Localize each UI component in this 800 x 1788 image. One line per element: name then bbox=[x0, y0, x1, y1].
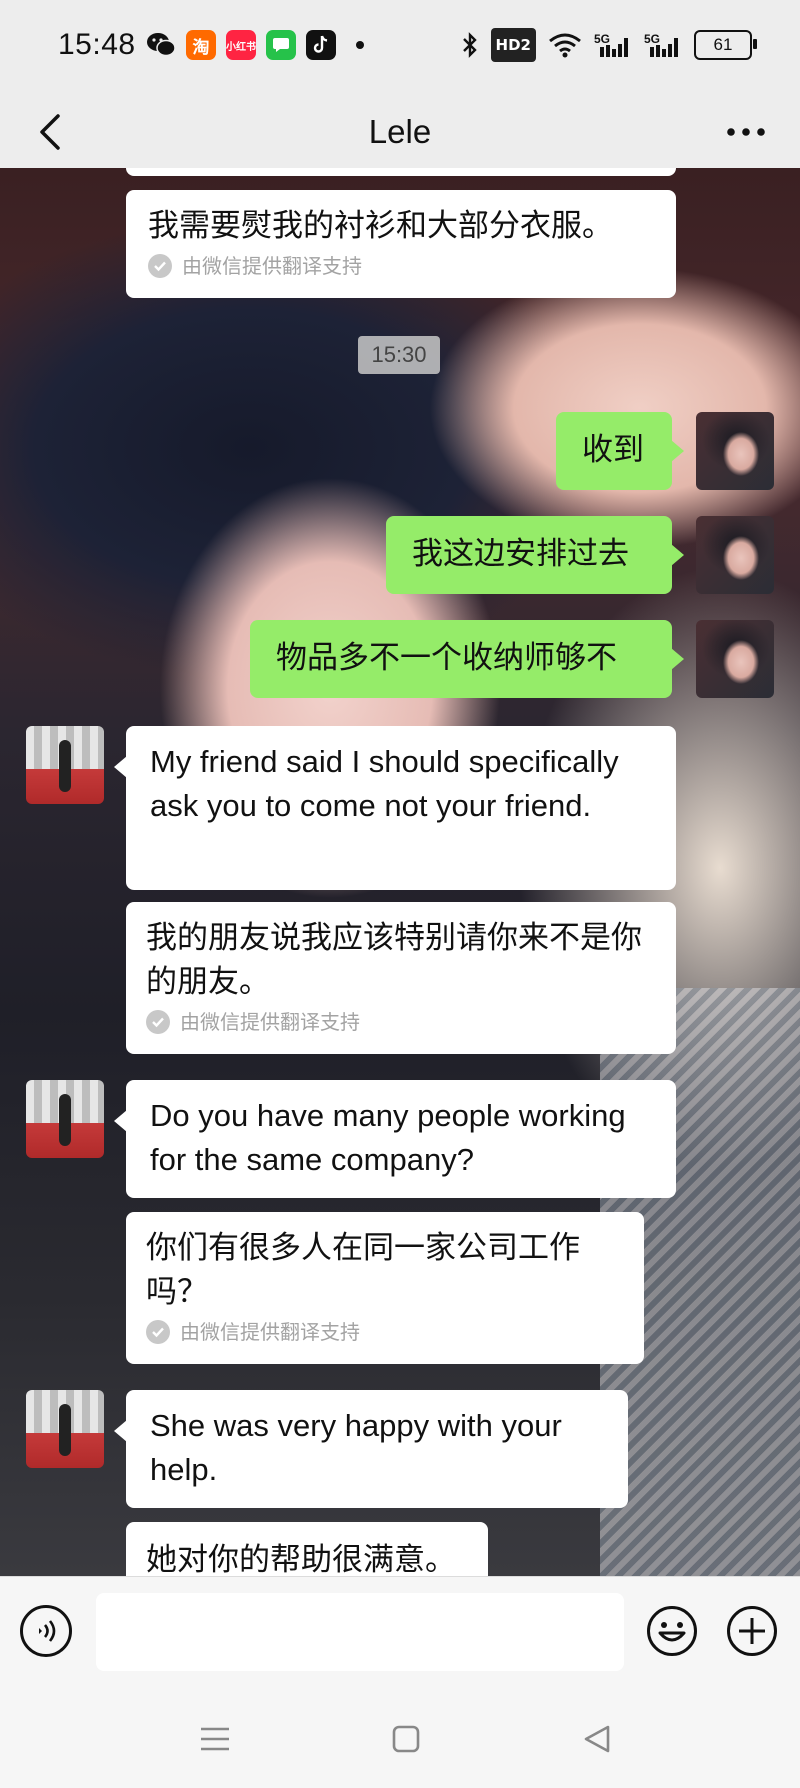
home-square-icon bbox=[392, 1725, 420, 1753]
message-bubble-received[interactable]: My friend said I should specifically ask… bbox=[114, 726, 676, 890]
more-options-button[interactable] bbox=[714, 96, 778, 168]
message-text: 我这边安排过去 bbox=[412, 536, 629, 572]
wifi-icon bbox=[548, 30, 582, 60]
hd-voice-icon: HD2 bbox=[490, 28, 536, 62]
status-time: 15:48 bbox=[58, 28, 136, 61]
message-bubble-sent[interactable]: 我这边安排过去 bbox=[386, 516, 684, 594]
message-bubble-translation[interactable]: 她对你的帮助很满意。 bbox=[126, 1522, 488, 1576]
bluetooth-icon bbox=[461, 30, 479, 60]
menu-icon bbox=[201, 1727, 229, 1751]
plus-icon bbox=[727, 1606, 777, 1656]
my-avatar[interactable] bbox=[696, 620, 774, 698]
translation-note: 由微信提供翻译支持 bbox=[148, 252, 656, 280]
translation-note-text: 由微信提供翻译支持 bbox=[180, 1320, 360, 1344]
message-bubble-sent[interactable]: 物品多不一个收纳师够不 bbox=[250, 620, 684, 698]
check-circle-icon bbox=[146, 1010, 170, 1034]
xiaohongshu-icon: 小红书 bbox=[226, 30, 256, 60]
signal-5g-icon-1: 5G bbox=[594, 30, 632, 60]
my-avatar[interactable] bbox=[696, 412, 774, 490]
check-circle-icon bbox=[148, 254, 172, 278]
svg-text:5G: 5G bbox=[594, 32, 610, 46]
message-bubble-partial[interactable] bbox=[126, 168, 676, 176]
home-button[interactable] bbox=[381, 1714, 431, 1764]
input-bar bbox=[0, 1576, 800, 1689]
message-text: 她对你的帮助很满意。 bbox=[146, 1542, 456, 1576]
contact-avatar[interactable] bbox=[26, 1390, 104, 1468]
message-text: Do you have many people working for the … bbox=[150, 1098, 626, 1177]
messages-icon bbox=[266, 30, 296, 60]
chat-title: Lele bbox=[368, 113, 432, 150]
contact-avatar[interactable] bbox=[26, 726, 104, 804]
message-text: 收到 bbox=[582, 432, 644, 468]
message-text: She was very happy with your help. bbox=[150, 1408, 562, 1487]
my-avatar[interactable] bbox=[696, 516, 774, 594]
message-timestamp: 15:30 bbox=[358, 336, 440, 374]
message-input[interactable] bbox=[96, 1593, 624, 1671]
message-bubble-sent[interactable]: 收到 bbox=[556, 412, 684, 490]
tiktok-icon bbox=[306, 30, 336, 60]
message-text: My friend said I should specifically ask… bbox=[150, 744, 619, 823]
emoji-icon bbox=[647, 1606, 697, 1656]
more-notifications-dot bbox=[356, 41, 364, 49]
signal-5g-icon-2: 5G bbox=[644, 30, 682, 60]
system-nav-bar bbox=[0, 1688, 800, 1788]
message-bubble-translation[interactable]: 我的朋友说我应该特别请你来不是你的朋友。 由微信提供翻译支持 bbox=[126, 902, 676, 1054]
message-text: 物品多不一个收纳师够不 bbox=[276, 640, 617, 676]
wechat-icon bbox=[146, 30, 176, 60]
translation-note: 由微信提供翻译支持 bbox=[146, 1318, 626, 1346]
check-circle-icon bbox=[146, 1320, 170, 1344]
more-functions-button[interactable] bbox=[726, 1605, 778, 1657]
taobao-icon: 淘 bbox=[186, 30, 216, 60]
more-dots-icon bbox=[727, 128, 765, 136]
emoji-button[interactable] bbox=[646, 1605, 698, 1657]
message-bubble-translation[interactable]: 我需要熨我的衬衫和大部分衣服。 由微信提供翻译支持 bbox=[126, 190, 676, 298]
translation-note-text: 由微信提供翻译支持 bbox=[182, 254, 362, 278]
contact-avatar[interactable] bbox=[26, 1080, 104, 1158]
recent-apps-button[interactable] bbox=[190, 1714, 240, 1764]
chat-area[interactable]: 我需要熨我的衬衫和大部分衣服。 由微信提供翻译支持 15:30 收到 我这边安排… bbox=[0, 168, 800, 1576]
translation-note-text: 由微信提供翻译支持 bbox=[180, 1010, 360, 1034]
status-bar: 15:48 淘 小红书 HD2 5G 5G 61 bbox=[0, 0, 800, 96]
message-bubble-translation[interactable]: 你们有很多人在同一家公司工作吗？ 由微信提供翻译支持 bbox=[126, 1212, 644, 1364]
voice-input-button[interactable] bbox=[20, 1605, 72, 1657]
triangle-back-icon bbox=[584, 1725, 610, 1753]
message-text: 我需要熨我的衬衫和大部分衣服。 bbox=[148, 208, 613, 244]
notification-icons: 淘 小红书 bbox=[146, 30, 364, 60]
battery-icon: 61 bbox=[694, 30, 757, 60]
system-icons: HD2 5G 5G 61 bbox=[461, 28, 757, 62]
translation-note: 由微信提供翻译支持 bbox=[146, 1008, 658, 1036]
chat-header: Lele bbox=[0, 96, 800, 168]
message-bubble-received[interactable]: She was very happy with your help. bbox=[114, 1390, 628, 1508]
message-text: 你们有很多人在同一家公司工作吗？ bbox=[146, 1230, 580, 1310]
message-bubble-received[interactable]: Do you have many people working for the … bbox=[114, 1080, 676, 1198]
svg-text:5G: 5G bbox=[644, 32, 660, 46]
message-text: 我的朋友说我应该特别请你来不是你的朋友。 bbox=[146, 920, 642, 1000]
voice-icon bbox=[39, 1620, 56, 1642]
back-nav-button[interactable] bbox=[572, 1714, 622, 1764]
